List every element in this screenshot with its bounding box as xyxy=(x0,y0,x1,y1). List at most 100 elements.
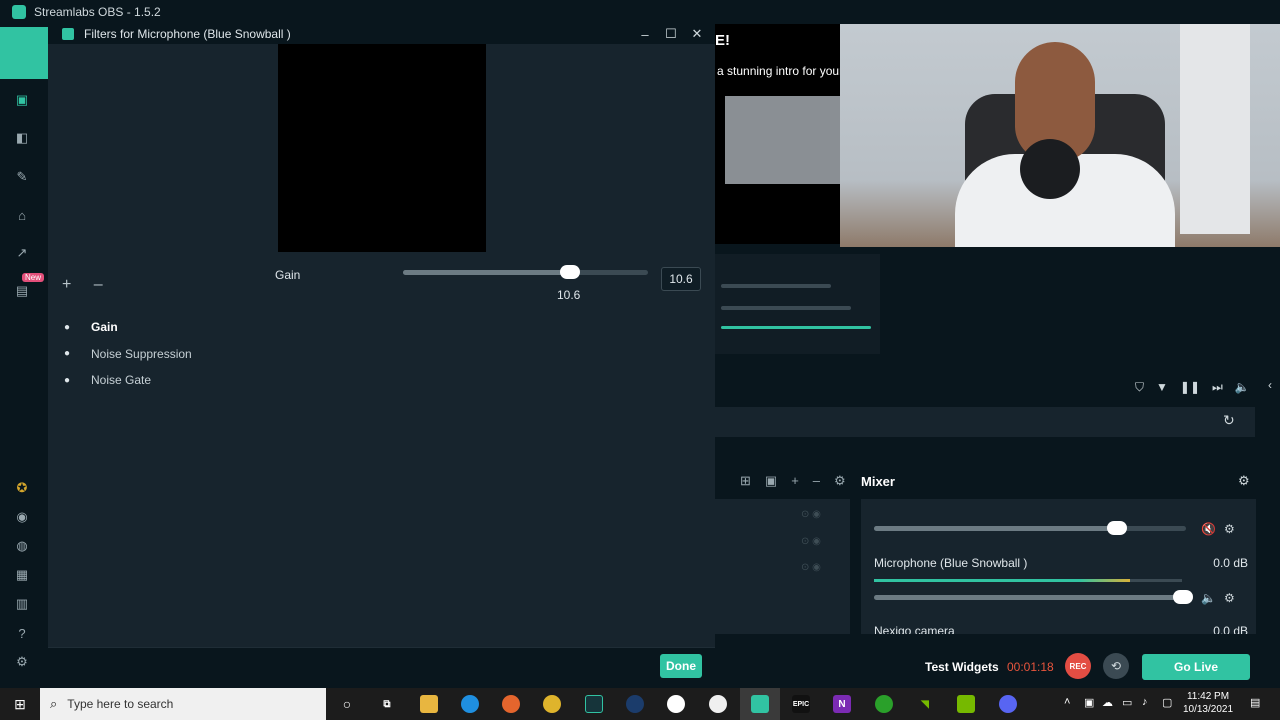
chat-icon[interactable]: ◍ xyxy=(12,536,32,556)
taskbar-search[interactable]: ⌕ Type here to search xyxy=(40,688,326,720)
volume-icon[interactable]: 🔈 xyxy=(1235,380,1250,395)
editor-icon[interactable]: ▣ xyxy=(12,90,32,110)
lock-eye-icon[interactable]: ⊙ ◉ xyxy=(801,509,821,520)
mixer-slider[interactable] xyxy=(874,521,1186,535)
epic-games-icon[interactable]: EPIC xyxy=(792,695,810,713)
filter-item-gain[interactable]: ● Gain xyxy=(60,314,192,341)
streamlabs-taskbar-icon[interactable] xyxy=(751,695,769,713)
filter-label: Noise Suppression xyxy=(91,346,192,361)
app-icon[interactable] xyxy=(585,695,603,713)
geforce-icon[interactable] xyxy=(957,695,975,713)
battery-icon[interactable]: ▭ xyxy=(1122,696,1132,709)
windows-start-icon[interactable]: ⊞ xyxy=(0,688,40,720)
speaker-icon[interactable]: ♪ xyxy=(1142,696,1148,708)
add-filter-button[interactable]: + xyxy=(62,276,71,293)
filter-item-noise-suppression[interactable]: ● Noise Suppression xyxy=(60,341,192,368)
highlighter-icon[interactable]: ▤ xyxy=(12,281,32,301)
dialog-logo-icon xyxy=(62,28,74,40)
layout-grid-icon[interactable]: ▦ xyxy=(12,565,32,585)
file-explorer-icon[interactable] xyxy=(420,695,438,713)
go-live-button[interactable]: Go Live xyxy=(1142,654,1250,680)
filter-item-noise-gate[interactable]: ● Noise Gate xyxy=(60,367,192,394)
dialog-footer xyxy=(48,647,715,688)
mixer-settings-icon[interactable]: ⚙ xyxy=(1238,473,1250,489)
notifications-icon[interactable]: ▤ xyxy=(1250,696,1260,709)
prime-icon[interactable]: ✪ xyxy=(12,478,32,498)
store-icon[interactable]: ⌂ xyxy=(12,205,32,225)
layout-icon[interactable]: ◧ xyxy=(12,128,32,148)
preview-mini-mixer xyxy=(715,254,880,354)
cortana-icon[interactable]: ○ xyxy=(338,695,356,713)
gain-slider[interactable] xyxy=(403,265,648,279)
test-widgets-button[interactable]: Test Widgets xyxy=(925,660,999,674)
minimize-icon[interactable]: – xyxy=(632,24,658,44)
mute-icon[interactable]: 🔇 xyxy=(1201,522,1216,536)
volume-icon[interactable]: 🔈 xyxy=(1201,591,1216,605)
streamlabs-logo-icon xyxy=(12,5,26,19)
mixer-title: Mixer xyxy=(861,474,895,489)
preview-headline: E! xyxy=(715,32,730,49)
tray-chevron-icon[interactable]: ˄ xyxy=(1064,696,1070,708)
origin-icon[interactable] xyxy=(502,695,520,713)
onedrive-icon[interactable]: ☁ xyxy=(1102,696,1113,709)
close-icon[interactable]: ✕ xyxy=(684,24,710,44)
refresh-icon[interactable]: ↻ xyxy=(1223,412,1235,429)
themes-icon[interactable]: ✎ xyxy=(12,167,32,187)
rail-accent xyxy=(0,27,48,79)
visibility-eye-icon[interactable]: ● xyxy=(60,320,74,334)
mixer-channel-db: 0.0 dB xyxy=(1213,556,1248,570)
group-icon[interactable]: ⊞ xyxy=(740,473,751,489)
maximize-icon[interactable]: ☐ xyxy=(658,24,684,44)
discord-icon[interactable] xyxy=(999,695,1017,713)
source-settings-icon[interactable]: ⚙ xyxy=(834,473,846,489)
shield-icon[interactable]: ⛉ xyxy=(1135,380,1144,395)
lock-eye-icon[interactable]: ⊙ ◉ xyxy=(801,562,821,573)
dashboard-icon[interactable]: ↗ xyxy=(12,243,32,263)
filter-icon[interactable]: ▼ xyxy=(1156,380,1168,395)
studio-mode-icon[interactable]: ▥ xyxy=(12,594,32,614)
obs-icon[interactable] xyxy=(667,695,685,713)
settings-gear-icon[interactable]: ⚙ xyxy=(12,652,32,672)
done-button[interactable]: Done xyxy=(660,654,702,678)
volume-meter xyxy=(874,579,1182,582)
rec-button[interactable]: REC xyxy=(1065,653,1091,679)
xbox-icon[interactable] xyxy=(875,695,893,713)
preview-toolbar: ⛉ ▼ ❚❚ ⏭ 🔈 xyxy=(1135,380,1250,395)
add-source-icon[interactable]: + xyxy=(791,473,799,489)
channel-settings-icon[interactable]: ⚙ xyxy=(1224,522,1235,536)
clock-date: 10/13/2021 xyxy=(1182,704,1234,715)
visibility-eye-icon[interactable]: ● xyxy=(60,347,74,361)
mixer-slider[interactable] xyxy=(874,590,1193,604)
filter-label: Noise Gate xyxy=(91,373,152,388)
tray-app-icon[interactable]: ▣ xyxy=(1084,696,1094,709)
lock-eye-icon[interactable]: ⊙ ◉ xyxy=(801,536,821,547)
edge-icon[interactable] xyxy=(461,695,479,713)
remove-source-icon[interactable]: – xyxy=(813,473,820,489)
gain-value-input[interactable]: 10.6 xyxy=(661,267,701,291)
steam-icon[interactable] xyxy=(626,695,644,713)
itunes-icon[interactable] xyxy=(709,695,727,713)
scene-sources-bar xyxy=(715,407,1255,437)
folder-icon[interactable]: ▣ xyxy=(765,473,777,489)
network-icon[interactable]: ▢ xyxy=(1162,696,1172,709)
app-titlebar: Streamlabs OBS - 1.5.2 xyxy=(0,0,840,24)
collapse-icon[interactable]: ‹ xyxy=(1268,378,1272,392)
gain-slider-handle[interactable] xyxy=(560,265,580,279)
gain-slider-fill xyxy=(403,270,570,275)
mixer-slider-handle[interactable] xyxy=(1173,590,1193,604)
skip-icon[interactable]: ⏭ xyxy=(1212,380,1223,395)
chrome-icon[interactable] xyxy=(543,695,561,713)
pause-icon[interactable]: ❚❚ xyxy=(1180,380,1200,395)
task-view-icon[interactable]: ⧉ xyxy=(378,695,396,713)
stream-info-icon[interactable]: ◉ xyxy=(12,507,32,527)
visibility-eye-icon[interactable]: ● xyxy=(60,373,74,387)
nvidia-icon[interactable]: ◥ xyxy=(916,695,934,713)
taskbar-clock[interactable]: 11:42 PM 10/13/2021 xyxy=(1180,690,1236,716)
help-icon[interactable]: ? xyxy=(12,623,32,643)
source-tools: ⊞ ▣ + – ⚙ xyxy=(740,473,846,489)
remove-filter-button[interactable]: – xyxy=(94,276,103,293)
channel-settings-icon[interactable]: ⚙ xyxy=(1224,591,1235,605)
mixer-slider-handle[interactable] xyxy=(1107,521,1127,535)
replay-buffer-icon[interactable]: ⟲ xyxy=(1103,653,1129,679)
onenote-icon[interactable]: N xyxy=(833,695,851,713)
